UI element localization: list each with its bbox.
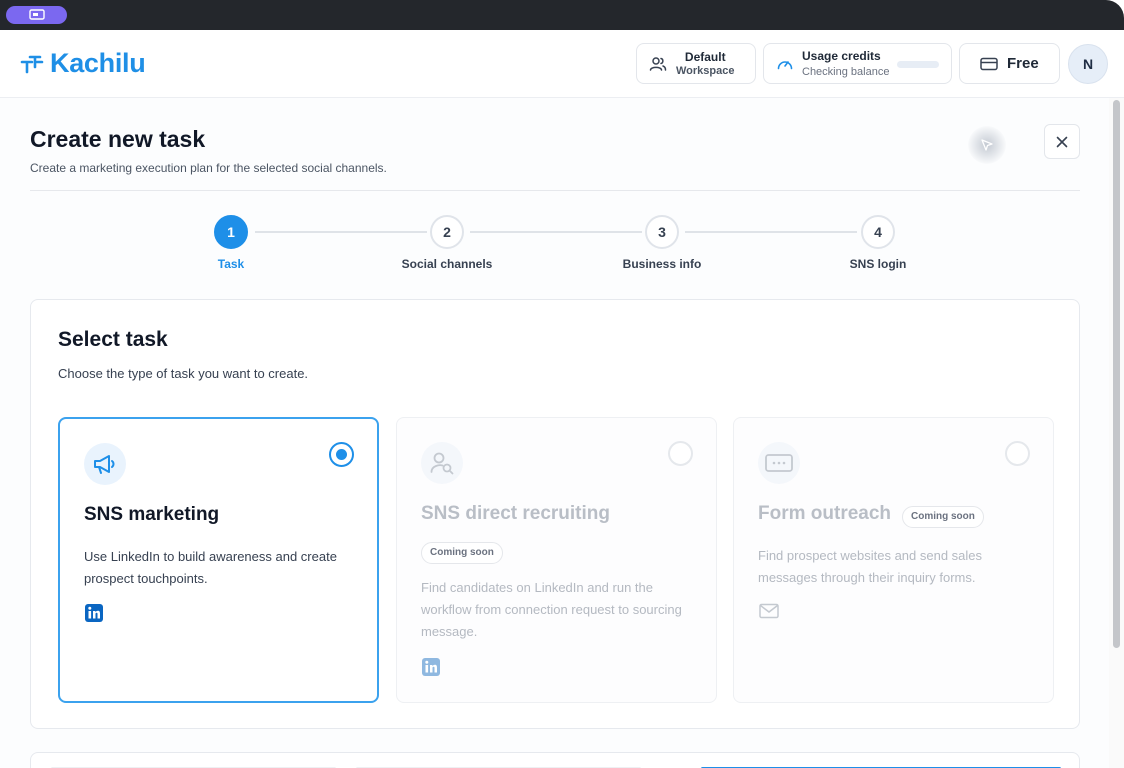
credits-loading-bar	[897, 61, 939, 68]
panel-subtitle: Choose the type of task you want to crea…	[58, 366, 309, 381]
cursor-icon	[981, 139, 993, 151]
task-card-sns-marketing[interactable]: SNS marketing Use LinkedIn to build awar…	[58, 417, 379, 703]
step-4-circle[interactable]: 4	[861, 215, 895, 249]
users-icon	[649, 56, 667, 71]
step-connector	[470, 231, 642, 233]
footer-panel	[30, 752, 1080, 768]
header-divider	[30, 190, 1080, 191]
linkedin-icon	[84, 603, 104, 628]
form-icon	[758, 442, 800, 484]
task-radio-selected[interactable]	[329, 442, 354, 467]
task-card-form-outreach[interactable]: Form outreach Coming soon Find prospect …	[733, 417, 1054, 703]
coming-soon-badge: Coming soon	[421, 542, 503, 564]
credits-title: Usage credits	[802, 48, 881, 63]
mail-icon	[758, 602, 780, 625]
step-3-circle[interactable]: 3	[645, 215, 679, 249]
user-avatar[interactable]: N	[1068, 44, 1108, 84]
card-title: SNS marketing	[84, 504, 220, 525]
step-4-label: SNS login	[849, 257, 907, 271]
step-connector	[685, 231, 857, 233]
plan-label: Free	[1007, 55, 1039, 72]
step-connector	[255, 231, 427, 233]
close-icon	[1056, 136, 1068, 147]
card-description: Find prospect websites and send sales me…	[758, 548, 983, 585]
step-1-circle[interactable]: 1	[214, 215, 248, 249]
page-title: Create new task	[30, 126, 206, 152]
app-logo[interactable]: Kachilu	[20, 48, 146, 79]
workspace-name: Default	[684, 49, 726, 64]
step-1-label: Task	[217, 257, 245, 271]
panel-title: Select task	[58, 328, 168, 351]
megaphone-icon	[84, 443, 126, 485]
task-radio[interactable]	[668, 441, 693, 466]
system-bar	[0, 0, 1124, 30]
close-button[interactable]	[1044, 124, 1080, 159]
card-description: Use LinkedIn to build awareness and crea…	[84, 549, 337, 586]
task-radio[interactable]	[1005, 441, 1030, 466]
screen-icon	[28, 9, 45, 20]
user-search-icon	[421, 442, 463, 484]
step-2-label: Social channels	[401, 257, 493, 271]
card-title: Form outreach	[758, 503, 892, 524]
gauge-icon	[777, 60, 793, 69]
select-task-panel: Select task Choose the type of task you …	[30, 299, 1080, 729]
linkedin-icon	[421, 657, 441, 682]
screen-share-indicator[interactable]	[6, 6, 67, 24]
card-description: Find candidates on LinkedIn and run the …	[421, 580, 682, 639]
app-header: Kachilu Default Workspace Usage credits …	[0, 30, 1124, 98]
credit-card-icon	[980, 57, 998, 70]
step-2-circle[interactable]: 2	[430, 215, 464, 249]
card-title: SNS direct recruiting	[421, 503, 610, 524]
plan-button[interactable]: Free	[959, 43, 1060, 84]
scrollbar-thumb[interactable]	[1113, 100, 1120, 648]
logo-icon	[20, 55, 44, 73]
task-card-sns-direct-recruiting[interactable]: SNS direct recruiting Coming soon Find c…	[396, 417, 717, 703]
app-name: Kachilu	[50, 48, 146, 78]
step-3-label: Business info	[622, 257, 702, 271]
create-task-dialog: Create new task Create a marketing execu…	[0, 98, 1109, 768]
page-subtitle: Create a marketing execution plan for th…	[30, 161, 387, 175]
workspace-label: Workspace	[676, 64, 735, 77]
credits-status: Checking balance	[802, 65, 890, 78]
workspace-button[interactable]: Default Workspace	[636, 43, 756, 84]
coming-soon-badge: Coming soon	[902, 506, 984, 528]
usage-credits-button[interactable]: Usage credits Checking balance	[763, 43, 952, 84]
mouse-cursor-highlight	[968, 126, 1006, 164]
